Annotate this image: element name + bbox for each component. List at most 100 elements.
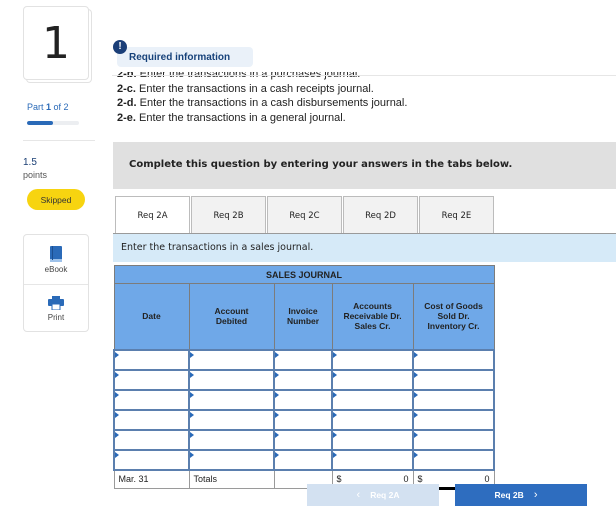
column-header-accounts-receivable: Accounts Receivable Dr. Sales Cr.: [331, 283, 414, 350]
account-debited-input[interactable]: [190, 431, 273, 449]
column-header-text: Inventory Cr.: [427, 321, 480, 332]
cogs-input[interactable]: [414, 411, 494, 429]
cogs-total-value: 0: [484, 473, 490, 484]
accounts-receivable-input[interactable]: [333, 431, 412, 449]
journal-row: [113, 448, 496, 471]
journal-cell-invoice-number: [273, 428, 333, 451]
column-header-text: Account: [214, 306, 249, 317]
tab-req-2c[interactable]: Req 2C: [267, 196, 342, 234]
sales-journal-table: SALES JOURNAL Date Account Debited Invoic…: [113, 265, 496, 490]
tab-req-2a[interactable]: Req 2A: [115, 196, 190, 235]
date-input[interactable]: [115, 351, 188, 369]
invoice-number-input[interactable]: [275, 451, 331, 469]
cogs-input[interactable]: [414, 451, 494, 469]
instructions: 2-b. Enter the transactions in a purchas…: [117, 72, 597, 132]
header-divider: [112, 75, 616, 76]
part-progress-fill: [27, 121, 53, 125]
invoice-number-input[interactable]: [275, 411, 331, 429]
column-header-text: Invoice: [288, 306, 318, 317]
journal-cell-invoice-number: [273, 388, 333, 411]
journal-header-row: Date Account Debited Invoice Number Accoun…: [113, 283, 495, 350]
chevron-left-icon: ‹: [356, 489, 361, 501]
ebook-button[interactable]: eBook: [24, 235, 88, 284]
journal-cell-account-debited: [188, 428, 275, 451]
account-debited-input[interactable]: [190, 411, 273, 429]
date-input[interactable]: [115, 391, 188, 409]
invoice-number-input[interactable]: [275, 351, 331, 369]
journal-cell-date: [113, 408, 190, 431]
column-header-cogs: Cost of Goods Sold Dr. Inventory Cr.: [412, 283, 495, 350]
journal-cell-invoice-number: [273, 368, 333, 391]
tab-req-2d[interactable]: Req 2D: [343, 196, 418, 234]
next-tab-label: Req 2B: [494, 490, 524, 500]
column-header-text: Number: [286, 316, 320, 327]
date-input[interactable]: [115, 411, 188, 429]
print-label: Print: [47, 313, 65, 322]
accounts-receivable-input[interactable]: [333, 371, 412, 389]
column-header-text: Sold Dr.: [437, 311, 470, 322]
journal-cell-cogs: [411, 348, 496, 371]
column-header-account-debited: Account Debited: [188, 283, 275, 350]
accounts-receivable-input[interactable]: [333, 411, 412, 429]
account-debited-input[interactable]: [190, 351, 273, 369]
cogs-input[interactable]: [414, 391, 494, 409]
print-button[interactable]: Print: [24, 284, 88, 333]
journal-cell-account-debited: [188, 388, 275, 411]
journal-cell-cogs: [411, 448, 496, 471]
tab-description: Enter the transactions in a sales journa…: [113, 234, 616, 262]
book-icon: [50, 245, 62, 262]
instruction-line: 2-c. Enter the transactions in a cash re…: [117, 82, 374, 95]
journal-cell-cogs: [411, 368, 496, 391]
tab-req-2b[interactable]: Req 2B: [191, 196, 266, 234]
status-badge: Skipped: [27, 189, 85, 210]
tools-panel: eBook Print: [23, 234, 89, 332]
column-header-text: Cost of Goods: [424, 301, 483, 312]
required-info-badge[interactable]: Required information: [117, 47, 253, 67]
tab-req-2e[interactable]: Req 2E: [419, 196, 494, 234]
accounts-receivable-input[interactable]: [333, 451, 412, 469]
cogs-input[interactable]: [414, 351, 494, 369]
date-input[interactable]: [115, 431, 188, 449]
journal-cell-cogs: [411, 408, 496, 431]
journal-title: SALES JOURNAL: [113, 265, 495, 284]
instructions-banner: Complete this question by entering your …: [113, 142, 616, 189]
account-debited-input[interactable]: [190, 371, 273, 389]
column-header-invoice-number: Invoice Number: [273, 283, 333, 350]
journal-cell-account-debited: [188, 368, 275, 391]
journal-cell-account-debited: [188, 408, 275, 431]
date-input[interactable]: [115, 371, 188, 389]
sidebar-divider: [23, 140, 95, 141]
column-header-text: Date: [142, 311, 161, 322]
question-number-card: 1: [23, 6, 89, 80]
journal-cell-date: [113, 348, 190, 371]
journal-cell-date: [113, 428, 190, 451]
journal-cell-date: [113, 368, 190, 391]
currency-symbol: $: [417, 473, 423, 484]
accounts-receivable-input[interactable]: [333, 351, 412, 369]
accounts-receivable-input[interactable]: [333, 391, 412, 409]
journal-cell-accounts-receivable: [331, 388, 414, 411]
date-input[interactable]: [115, 451, 188, 469]
invoice-number-input[interactable]: [275, 391, 331, 409]
column-header-text: Accounts: [353, 301, 392, 312]
ar-total-value: 0: [403, 473, 409, 484]
points-value: 1.5: [23, 157, 37, 168]
account-debited-input[interactable]: [190, 451, 273, 469]
journal-row: [113, 368, 496, 391]
journal-cell-accounts-receivable: [331, 368, 414, 391]
journal-cell-invoice-number: [273, 448, 333, 471]
chevron-right-icon: ›: [533, 489, 538, 501]
prev-tab-button[interactable]: ‹ Req 2A: [307, 484, 439, 506]
journal-cell-cogs: [411, 388, 496, 411]
invoice-number-input[interactable]: [275, 431, 331, 449]
account-debited-input[interactable]: [190, 391, 273, 409]
invoice-number-input[interactable]: [275, 371, 331, 389]
totals-label: Totals: [188, 469, 275, 489]
column-header-date: Date: [113, 283, 190, 350]
cogs-input[interactable]: [414, 431, 494, 449]
journal-row: [113, 348, 496, 371]
journal-row: [113, 408, 496, 431]
ebook-label: eBook: [44, 264, 68, 274]
next-tab-button[interactable]: Req 2B ›: [455, 484, 587, 506]
cogs-input[interactable]: [414, 371, 494, 389]
